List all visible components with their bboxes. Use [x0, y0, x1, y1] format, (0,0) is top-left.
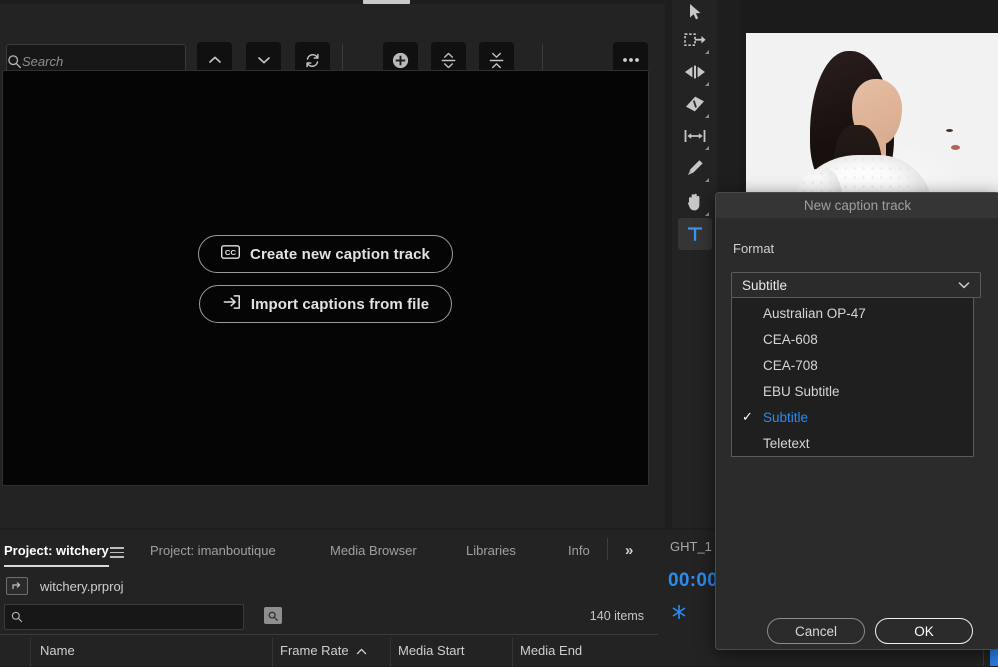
- import-icon: [222, 294, 241, 314]
- dropdown-option-australian-op-47[interactable]: Australian OP-47: [732, 300, 973, 326]
- column-separator: [512, 637, 513, 667]
- timeline-tools-strip: [672, 0, 717, 528]
- captions-panel: CC Create new caption track Import capti…: [0, 4, 665, 528]
- search-input[interactable]: [22, 53, 200, 69]
- project-file-row: witchery.prproj: [0, 572, 658, 600]
- panel-menu-icon[interactable]: [110, 544, 124, 561]
- tab-info[interactable]: Info: [568, 537, 590, 563]
- project-search-field[interactable]: [4, 604, 244, 630]
- svg-text:CC: CC: [225, 248, 237, 257]
- find-icon[interactable]: [264, 607, 282, 624]
- sequence-name-label: GHT_1: [670, 539, 712, 554]
- ripple-edit-tool[interactable]: [678, 56, 712, 88]
- timecode-display[interactable]: 00:00: [668, 570, 718, 592]
- project-search-input[interactable]: [23, 610, 243, 624]
- dropdown-option-teletext[interactable]: Teletext: [732, 430, 973, 456]
- tab-label: Project: witchery: [4, 542, 109, 558]
- option-label: CEA-708: [763, 357, 818, 373]
- column-header-media-start[interactable]: Media Start: [398, 643, 464, 658]
- column-header-media-end[interactable]: Media End: [520, 643, 582, 658]
- dropdown-option-ebu-subtitle[interactable]: EBU Subtitle: [732, 378, 973, 404]
- type-tool[interactable]: [678, 218, 712, 250]
- column-label: Media End: [520, 643, 583, 658]
- chevron-down-icon: [958, 276, 980, 294]
- import-captions-label: Import captions from file: [250, 295, 430, 313]
- tab-label: Info: [568, 542, 590, 558]
- rate-stretch-tool[interactable]: [678, 88, 712, 120]
- format-select[interactable]: Subtitle: [731, 272, 981, 298]
- ok-button[interactable]: OK: [875, 618, 973, 644]
- option-label: CEA-608: [763, 331, 818, 347]
- tab-libraries[interactable]: Libraries: [466, 537, 516, 563]
- dialog-title: New caption track: [716, 193, 998, 218]
- tab-project-witchery[interactable]: Project: witchery: [4, 537, 109, 567]
- project-panel-tabbar: Project: witchery Project: imanboutique …: [0, 530, 658, 567]
- column-separator: [390, 637, 391, 667]
- format-dropdown-list[interactable]: Australian OP-47 CEA-608 CEA-708 EBU Sub…: [731, 297, 974, 457]
- option-label: Subtitle: [763, 409, 809, 425]
- tool-flyout-corner: [705, 178, 709, 182]
- cancel-button[interactable]: Cancel: [767, 618, 865, 644]
- create-caption-label: Create new caption track: [250, 245, 430, 263]
- tool-flyout-corner: [705, 50, 709, 54]
- caption-track-empty-stage: CC Create new caption track Import capti…: [2, 70, 649, 486]
- captions-toolbar: [0, 20, 665, 78]
- track-select-forward-tool[interactable]: [678, 24, 712, 56]
- create-new-caption-track-button[interactable]: CC Create new caption track: [198, 235, 453, 273]
- tab-label: Media Browser: [330, 542, 417, 558]
- tabbar-divider: [607, 538, 608, 560]
- checkmark-icon: ✓: [742, 409, 753, 424]
- column-separator: [30, 637, 31, 667]
- hand-tool[interactable]: [678, 186, 712, 218]
- column-header-frame-rate[interactable]: Frame Rate: [280, 643, 367, 658]
- project-column-headers: Name Frame Rate Media Start Media End: [0, 634, 658, 667]
- search-icon: [5, 611, 23, 623]
- column-label: Media Start: [398, 643, 465, 658]
- format-select-value: Subtitle: [742, 277, 788, 293]
- column-separator: [272, 637, 273, 667]
- tab-overflow-icon[interactable]: »: [625, 542, 633, 559]
- column-label: Frame Rate: [280, 643, 349, 658]
- tool-flyout-corner: [705, 114, 709, 118]
- premiere-pro-window: CC Create new caption track Import capti…: [0, 0, 998, 667]
- format-label: Format: [733, 241, 775, 256]
- subject-lips: [951, 145, 960, 150]
- snap-icon[interactable]: [670, 603, 688, 626]
- tab-media-browser[interactable]: Media Browser: [330, 537, 417, 563]
- slip-tool[interactable]: [678, 120, 712, 152]
- option-label: Teletext: [763, 435, 810, 451]
- tool-flyout-corner: [705, 212, 709, 216]
- column-header-name[interactable]: Name: [40, 643, 75, 658]
- tab-project-imanboutique[interactable]: Project: imanboutique: [150, 537, 276, 563]
- option-label: EBU Subtitle: [763, 383, 840, 399]
- sort-ascending-icon: [356, 643, 367, 658]
- tab-label: Libraries: [466, 542, 516, 558]
- pen-tool[interactable]: [678, 152, 712, 184]
- dropdown-option-cea-708[interactable]: CEA-708: [732, 352, 973, 378]
- project-file-name: witchery.prproj: [40, 578, 124, 594]
- tool-flyout-corner: [705, 146, 709, 150]
- item-count-label: 140 items: [589, 609, 644, 623]
- import-captions-from-file-button[interactable]: Import captions from file: [198, 285, 453, 323]
- tool-flyout-corner: [705, 82, 709, 86]
- subject-eye: [946, 129, 953, 132]
- column-label: Name: [40, 643, 75, 658]
- option-label: Australian OP-47: [763, 305, 866, 321]
- project-search-row: 140 items: [0, 602, 658, 632]
- dropdown-option-cea-608[interactable]: CEA-608: [732, 326, 973, 352]
- tab-label: Project: imanboutique: [150, 542, 276, 558]
- project-panel: Project: witchery Project: imanboutique …: [0, 530, 658, 667]
- closed-caption-icon: CC: [221, 245, 241, 263]
- navigate-up-icon[interactable]: [6, 577, 28, 595]
- dropdown-option-subtitle[interactable]: ✓ Subtitle: [732, 404, 973, 430]
